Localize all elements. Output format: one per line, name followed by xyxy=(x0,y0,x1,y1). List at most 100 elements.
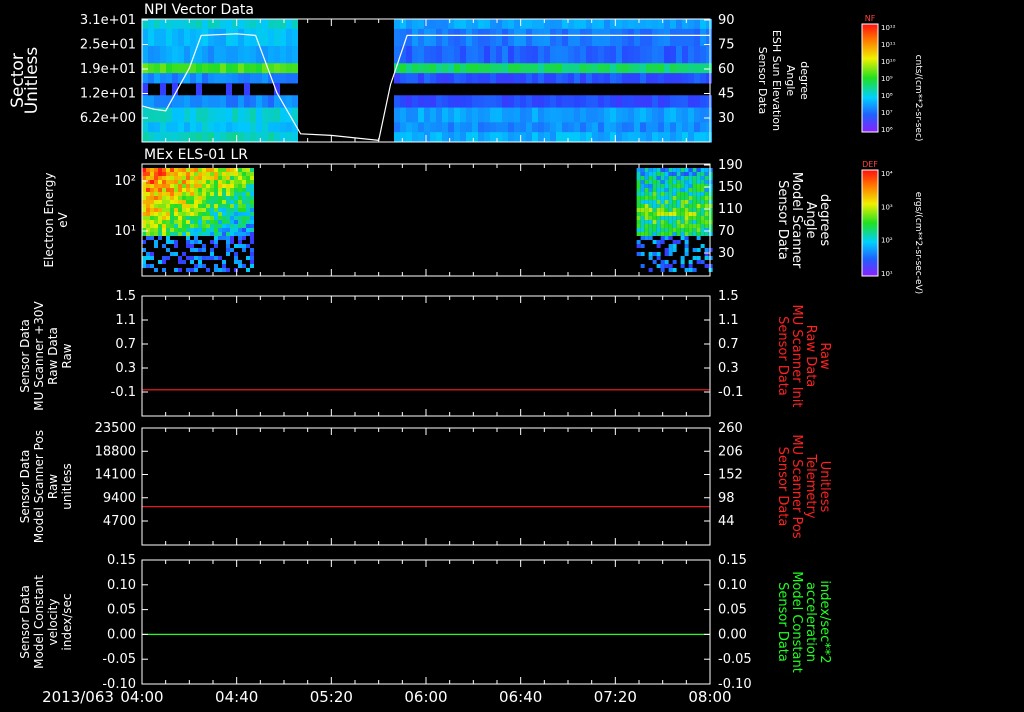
spectrogram-cell xyxy=(640,180,645,184)
spectrogram-cell xyxy=(442,73,448,84)
spectrogram-cell xyxy=(526,132,532,143)
spectrogram-cell xyxy=(230,220,234,224)
spectrogram-cell xyxy=(142,107,148,123)
spectrogram-cell xyxy=(472,28,478,47)
spectrogram-cell xyxy=(430,73,436,84)
spectrogram-cell xyxy=(162,168,166,172)
spectrogram-cell xyxy=(478,107,484,123)
spectrogram-cell xyxy=(206,192,210,196)
spectrogram-cell xyxy=(206,268,210,272)
spectrogram-cell xyxy=(198,208,202,212)
spectrogram-cell xyxy=(676,184,681,188)
spectrogram-cell xyxy=(174,188,178,192)
spectrogram-cell xyxy=(214,196,218,200)
spectrogram-cell xyxy=(526,19,532,30)
spectrogram-cell xyxy=(148,132,154,143)
spectrogram-cell xyxy=(246,212,250,216)
spectrogram-cell xyxy=(250,46,256,64)
spectrogram-cell xyxy=(684,224,689,228)
spectrogram-cell xyxy=(680,172,685,176)
spectrogram-cell xyxy=(154,46,160,64)
y-tick-label-left: -0.05 xyxy=(102,652,136,667)
spectrogram-cell xyxy=(222,180,226,184)
spectrogram-cell xyxy=(598,73,604,84)
spectrogram-cell xyxy=(616,95,622,109)
spectrogram-cell xyxy=(556,107,562,123)
spectrogram-cell xyxy=(682,107,688,123)
spectrogram-cell xyxy=(190,244,194,248)
spectrogram-cell xyxy=(634,73,640,84)
spectrogram-cell xyxy=(610,46,616,64)
spectrogram-cell xyxy=(652,19,658,30)
spectrogram-cell xyxy=(580,73,586,84)
y-tick-label-left: 0.7 xyxy=(115,337,136,352)
spectrogram-cell xyxy=(412,28,418,47)
spectrogram-cell xyxy=(442,132,448,143)
spectrogram-cell xyxy=(586,122,592,133)
spectrogram-cell xyxy=(484,122,490,133)
spectrogram-cell xyxy=(680,192,685,196)
spectrogram-cell xyxy=(616,28,622,47)
spectrogram-cell xyxy=(478,63,484,74)
spectrogram-cell xyxy=(154,200,158,204)
colorbar xyxy=(861,23,879,133)
spectrogram-cell xyxy=(226,232,230,236)
spectrogram-cell xyxy=(704,256,709,260)
spectrogram-cell xyxy=(206,172,210,176)
spectrogram-cell xyxy=(150,212,154,216)
spectrogram-cell xyxy=(660,236,665,240)
spectrogram-cell xyxy=(206,196,210,200)
y-axis-label-right: acceleration xyxy=(803,582,818,662)
y-tick-label-right: 1.1 xyxy=(718,313,739,328)
spectrogram-cell xyxy=(672,248,677,252)
spectrogram-cell xyxy=(246,168,250,172)
spectrogram-cell xyxy=(660,200,665,204)
spectrogram-cell xyxy=(196,63,202,74)
spectrogram-cell xyxy=(490,19,496,30)
spectrogram-cell xyxy=(186,236,190,240)
spectrogram-cell xyxy=(238,216,242,220)
spectrogram-cell xyxy=(692,268,697,272)
spectrogram-cell xyxy=(472,46,478,64)
spectrogram-cell xyxy=(706,28,712,47)
spectrogram-cell xyxy=(242,180,246,184)
spectrogram-cell xyxy=(640,264,645,268)
spectrogram-cell xyxy=(688,204,693,208)
spectrogram-cell xyxy=(598,107,604,123)
spectrogram-cell xyxy=(172,63,178,74)
spectrogram-cell xyxy=(292,73,298,84)
y-tick-label-right: 44 xyxy=(718,514,735,529)
spectrogram-cell xyxy=(238,176,242,180)
y-axis-label-left: Unitless xyxy=(22,47,42,115)
spectrogram-cell xyxy=(242,248,246,252)
y-axis-label-left: Raw Data xyxy=(46,327,60,385)
spectrogram-cell xyxy=(210,256,214,260)
spectrogram-cell xyxy=(514,95,520,109)
spectrogram-cell xyxy=(660,268,665,272)
spectrogram-cell xyxy=(154,228,158,232)
spectrogram-cell xyxy=(556,132,562,143)
spectrogram-cell xyxy=(430,107,436,123)
spectrogram-cell xyxy=(636,240,641,244)
spectrogram-cell xyxy=(222,176,226,180)
spectrogram-cell xyxy=(246,216,250,220)
spectrogram-cell xyxy=(688,95,694,109)
spectrogram-cell xyxy=(586,132,592,143)
y-axis-label-right: MU Scanner Init xyxy=(789,305,804,408)
spectrogram-cell xyxy=(154,244,158,248)
y-tick-label-left: 2.5e+01 xyxy=(80,38,136,53)
spectrogram-cell xyxy=(242,192,246,196)
spectrogram-cell xyxy=(186,244,190,248)
spectrogram-cell xyxy=(668,168,673,172)
spectrogram-cell xyxy=(634,95,640,109)
spectrogram-cell xyxy=(250,208,254,212)
spectrogram-cell xyxy=(226,268,230,272)
spectrogram-cell xyxy=(214,204,218,208)
spectrogram-cell xyxy=(242,168,246,172)
spectrogram-cell xyxy=(166,73,172,84)
spectrogram-cell xyxy=(696,248,701,252)
spectrogram-cell xyxy=(242,188,246,192)
spectrogram-cell xyxy=(460,28,466,47)
spectrogram-cell xyxy=(692,188,697,192)
spectrogram-cell xyxy=(256,132,262,143)
